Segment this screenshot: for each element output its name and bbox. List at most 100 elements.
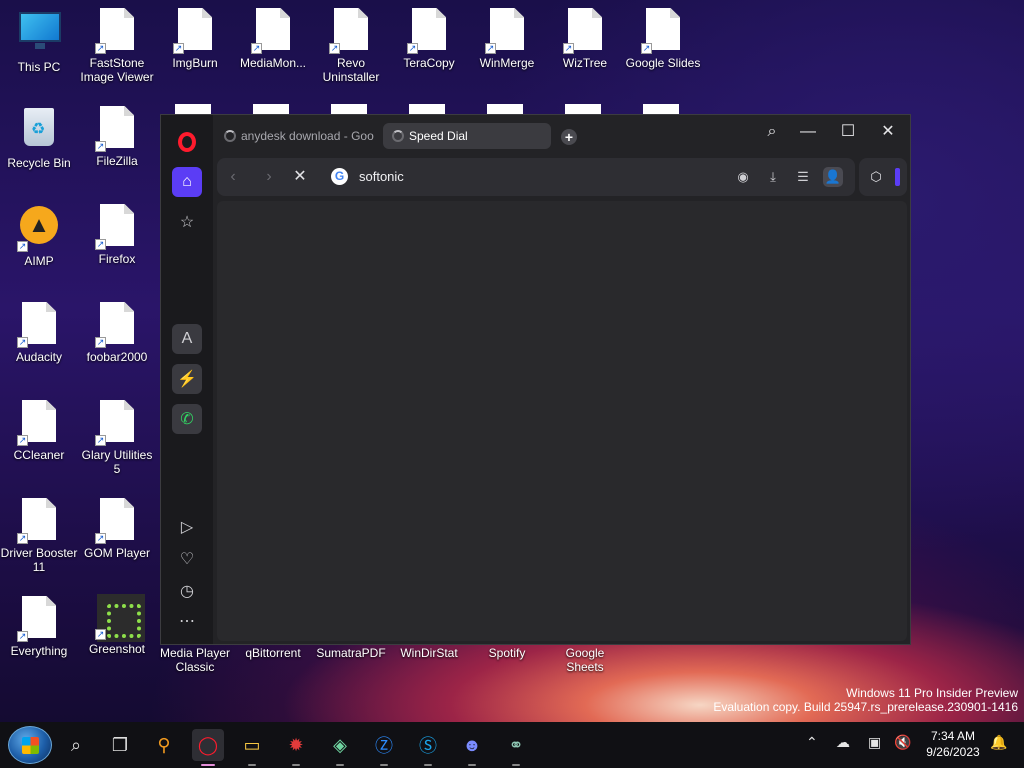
file-explorer-icon[interactable]: ▭ — [236, 729, 268, 766]
desktop-icon-glary-utilities[interactable]: ↗ Glary Utilities 5 — [78, 400, 156, 476]
desktop-icon-teracopy[interactable]: ↗ TeraCopy — [390, 8, 468, 70]
desktop-icon-firefox[interactable]: ↗ Firefox — [78, 204, 156, 266]
desktop-icon-label: WinMerge — [479, 56, 535, 70]
zoom-icon[interactable]: Ⓩ — [368, 729, 400, 766]
desktop-icon-recycle-bin[interactable]: ♻ Recycle Bin — [0, 106, 78, 170]
page-content[interactable] — [217, 201, 907, 641]
extensions-cube-icon[interactable]: ⬡ — [867, 168, 885, 186]
desktop-icon-label: GOM Player — [83, 546, 150, 560]
new-tab-button[interactable]: + — [561, 129, 577, 145]
desktop-icon-aimp[interactable]: ▲ ↗ AIMP — [0, 204, 78, 268]
opera-logo-icon[interactable] — [178, 132, 196, 152]
network-icon[interactable]: ▣ — [868, 734, 881, 751]
greenshot-icon: ↗ — [95, 594, 145, 642]
desktop-icon-driver-booster[interactable]: ↗ Driver Booster 11 — [0, 498, 78, 574]
file-shortcut-icon: ↗ — [17, 302, 59, 348]
opera-taskbar-icon[interactable]: ◯ — [192, 729, 224, 766]
messenger-icon[interactable]: ⚡ — [172, 364, 202, 394]
tab-anydesk-download[interactable]: anydesk download - Goo — [215, 123, 379, 149]
address-input[interactable]: softonic — [359, 169, 404, 184]
notification-bell-icon[interactable]: 🔔 — [990, 734, 1007, 751]
file-shortcut-icon: ↗ — [407, 8, 449, 54]
desktop-icon-label: Recycle Bin — [7, 156, 71, 170]
file-shortcut-icon: ↗ — [17, 400, 59, 446]
task-view-icon[interactable]: ❐ — [104, 729, 136, 761]
profile-icon[interactable]: 👤 — [823, 167, 843, 187]
desktop-icon-media-player-classic[interactable]: Media Player Classic — [156, 646, 234, 674]
aria-ai-icon[interactable]: A — [172, 324, 202, 354]
file-shortcut-icon: ↗ — [329, 8, 371, 54]
desktop-icon-label: FastStone Image Viewer — [80, 56, 154, 84]
volume-muted-icon[interactable]: 🔇 — [894, 734, 911, 751]
watermark-line1: Windows 11 Pro Insider Preview — [846, 686, 1018, 700]
desktop-icon-sumatrapdf[interactable]: SumatraPDF — [312, 646, 390, 660]
bookmarks-star-icon[interactable]: ☆ — [172, 207, 202, 237]
desktop-icon-wiztree[interactable]: ↗ WizTree — [546, 8, 624, 70]
desktop-icon-this-pc[interactable]: This PC — [0, 8, 78, 74]
downloads-icon[interactable]: ⤓ — [763, 167, 783, 187]
tab-speed-dial[interactable]: Speed Dial — [383, 123, 551, 149]
magnifier-app-icon[interactable]: ⚲ — [148, 729, 180, 761]
file-shortcut-icon: ↗ — [485, 8, 527, 54]
whatsapp-icon[interactable]: ✆ — [172, 404, 202, 434]
desktop-icon-google-sheets[interactable]: Google Sheets — [546, 646, 624, 674]
desktop-icon-filezilla[interactable]: ↗ FileZilla — [78, 106, 156, 168]
desktop-icon-label: Spotify — [488, 646, 526, 660]
desktop-icon-imgburn[interactable]: ↗ ImgBurn — [156, 8, 234, 70]
desktop-icon-label: TeraCopy — [403, 56, 455, 70]
system-clock[interactable]: 7:34 AM 9/26/2023 — [918, 728, 988, 760]
desktop-icon-greenshot[interactable]: ↗ Greenshot — [78, 594, 156, 656]
history-clock-icon[interactable]: ◷ — [172, 576, 202, 606]
desktop-icon-foobar2000[interactable]: ↗ foobar2000 — [78, 302, 156, 364]
player-icon[interactable]: ▷ — [172, 512, 202, 542]
desktop-icon-winmerge[interactable]: ↗ WinMerge — [468, 8, 546, 70]
extensions-bar: ⬡ — [859, 158, 907, 196]
heart-icon[interactable]: ♡ — [172, 544, 202, 574]
back-button[interactable]: ‹ — [224, 168, 242, 186]
show-hidden-icons-chevron-up-icon[interactable]: ⌃ — [806, 734, 818, 751]
desktop-icon-revo[interactable]: ↗ Revo Uninstaller — [312, 8, 390, 84]
antivirus-icon[interactable]: ✹ — [280, 729, 312, 766]
google-search-icon: G — [331, 168, 348, 185]
maximize-button[interactable]: ☐ — [833, 121, 863, 143]
desktop-icon-label: This PC — [17, 60, 61, 74]
desktop-icon-gom-player[interactable]: ↗ GOM Player — [78, 498, 156, 560]
monitor-icon — [19, 12, 61, 56]
desktop-icon-label: Greenshot — [88, 642, 146, 656]
hidden-file-icon — [409, 104, 445, 114]
search-icon[interactable]: ⌕ — [60, 729, 92, 761]
forward-button[interactable]: › — [260, 168, 278, 186]
vpn-shield-icon[interactable]: ◈ — [324, 729, 356, 766]
file-shortcut-icon: ↗ — [95, 400, 137, 446]
file-shortcut-icon: ↗ — [95, 8, 137, 54]
network-app-icon[interactable]: ⚭ — [500, 729, 532, 766]
desktop-icon-mediamonkey[interactable]: ↗ MediaMon... — [234, 8, 312, 70]
desktop-icon-everything[interactable]: ↗ Everything — [0, 596, 78, 658]
minimize-button[interactable]: — — [793, 121, 823, 143]
desktop-icon-label: Glary Utilities 5 — [81, 448, 153, 476]
skype-icon[interactable]: Ⓢ — [412, 729, 444, 766]
file-shortcut-icon: ↗ — [95, 106, 137, 152]
tab-search-icon[interactable]: ⌕ — [757, 121, 787, 143]
snapshot-camera-icon[interactable]: ◉ — [733, 167, 753, 187]
discord-icon[interactable]: ☻ — [456, 729, 488, 766]
more-options-icon[interactable]: ⋯ — [172, 606, 202, 636]
desktop-icon-audacity[interactable]: ↗ Audacity — [0, 302, 78, 364]
hidden-file-icon — [565, 104, 601, 114]
stop-loading-button[interactable]: ✕ — [291, 168, 309, 186]
desktop-icon-google-slides[interactable]: ↗ Google Slides — [624, 8, 702, 70]
desktop-icon-windirstat[interactable]: WinDirStat — [390, 646, 468, 660]
home-icon[interactable]: ⌂ — [172, 167, 202, 197]
desktop-icon-faststone[interactable]: ↗ FastStone Image Viewer — [78, 8, 156, 84]
onedrive-cloud-icon[interactable]: ☁ — [836, 734, 850, 751]
easy-setup-icon[interactable]: ☰ — [793, 167, 813, 187]
desktop-icon-qbittorrent[interactable]: qBittorrent — [234, 646, 312, 660]
browser-sidebar: ⌂ ☆ A ⚡ ✆ ▷ ♡ ◷ ⋯ — [161, 115, 213, 644]
browser-window: ⌂ ☆ A ⚡ ✆ ▷ ♡ ◷ ⋯ anydesk download - Goo… — [160, 114, 911, 645]
hidden-file-icon — [643, 104, 679, 114]
desktop-icon-ccleaner[interactable]: ↗ CCleaner — [0, 400, 78, 462]
close-button[interactable]: ✕ — [873, 121, 903, 143]
start-button[interactable] — [8, 726, 52, 764]
desktop-icon-spotify[interactable]: Spotify — [468, 646, 546, 660]
desktop-icon-label: CCleaner — [13, 448, 65, 462]
